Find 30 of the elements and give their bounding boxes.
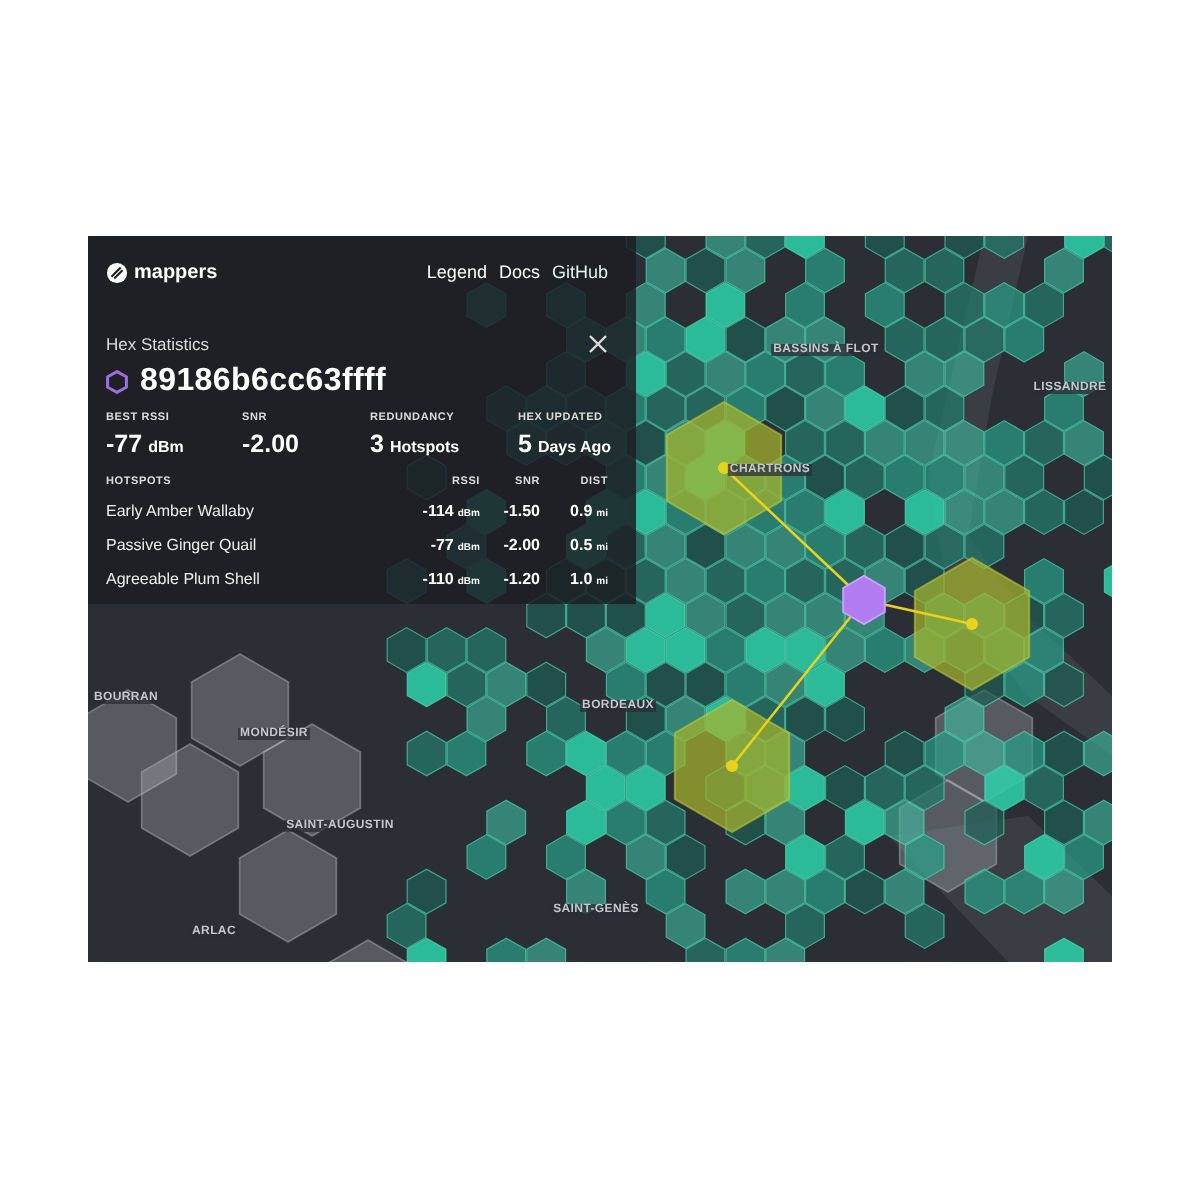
close-icon[interactable] <box>588 334 608 354</box>
hotspot-name: Passive Ginger Quail <box>106 534 259 558</box>
hotspot-name: Agreeable Plum Shell <box>106 568 262 592</box>
table-cell-text: 1.0 <box>570 568 593 592</box>
hotspot-marker[interactable] <box>913 556 1031 692</box>
stat-unit: dBm <box>148 438 184 456</box>
stat-value: -2.00 <box>242 430 299 458</box>
table-cell-text: -2.00 <box>503 534 540 558</box>
hotspot-marker[interactable] <box>673 698 791 834</box>
panel-title: Hex Statistics <box>106 334 209 354</box>
stat-value: 3 <box>370 430 384 458</box>
nav-link[interactable]: Docs <box>498 262 540 282</box>
stat-unit: Days Ago <box>537 438 612 456</box>
table-cell-text: -1.20 <box>503 568 540 592</box>
hex-id: 89186b6cc63ffff <box>140 364 387 400</box>
stat-value: 5 <box>518 430 532 458</box>
nav-link[interactable]: Legend <box>426 262 487 282</box>
hexagon-icon <box>106 370 128 394</box>
table-cell-text: -110 <box>422 568 454 592</box>
hotspot-name: Early Amber Wallaby <box>106 500 256 524</box>
table-cell-text: -77 <box>430 534 454 558</box>
nav-link[interactable]: GitHub <box>551 262 608 282</box>
stat-unit: Hotspots <box>389 438 460 456</box>
logo-text: mappers <box>134 261 218 283</box>
logo-icon <box>106 261 128 283</box>
table-cell-text: 0.9 <box>570 500 593 524</box>
table-cell-text: -1.50 <box>503 500 540 524</box>
stat-value: -77 <box>106 430 143 458</box>
table-cell-text: 0.5 <box>570 534 593 558</box>
table-cell-text: -114 <box>422 500 454 524</box>
